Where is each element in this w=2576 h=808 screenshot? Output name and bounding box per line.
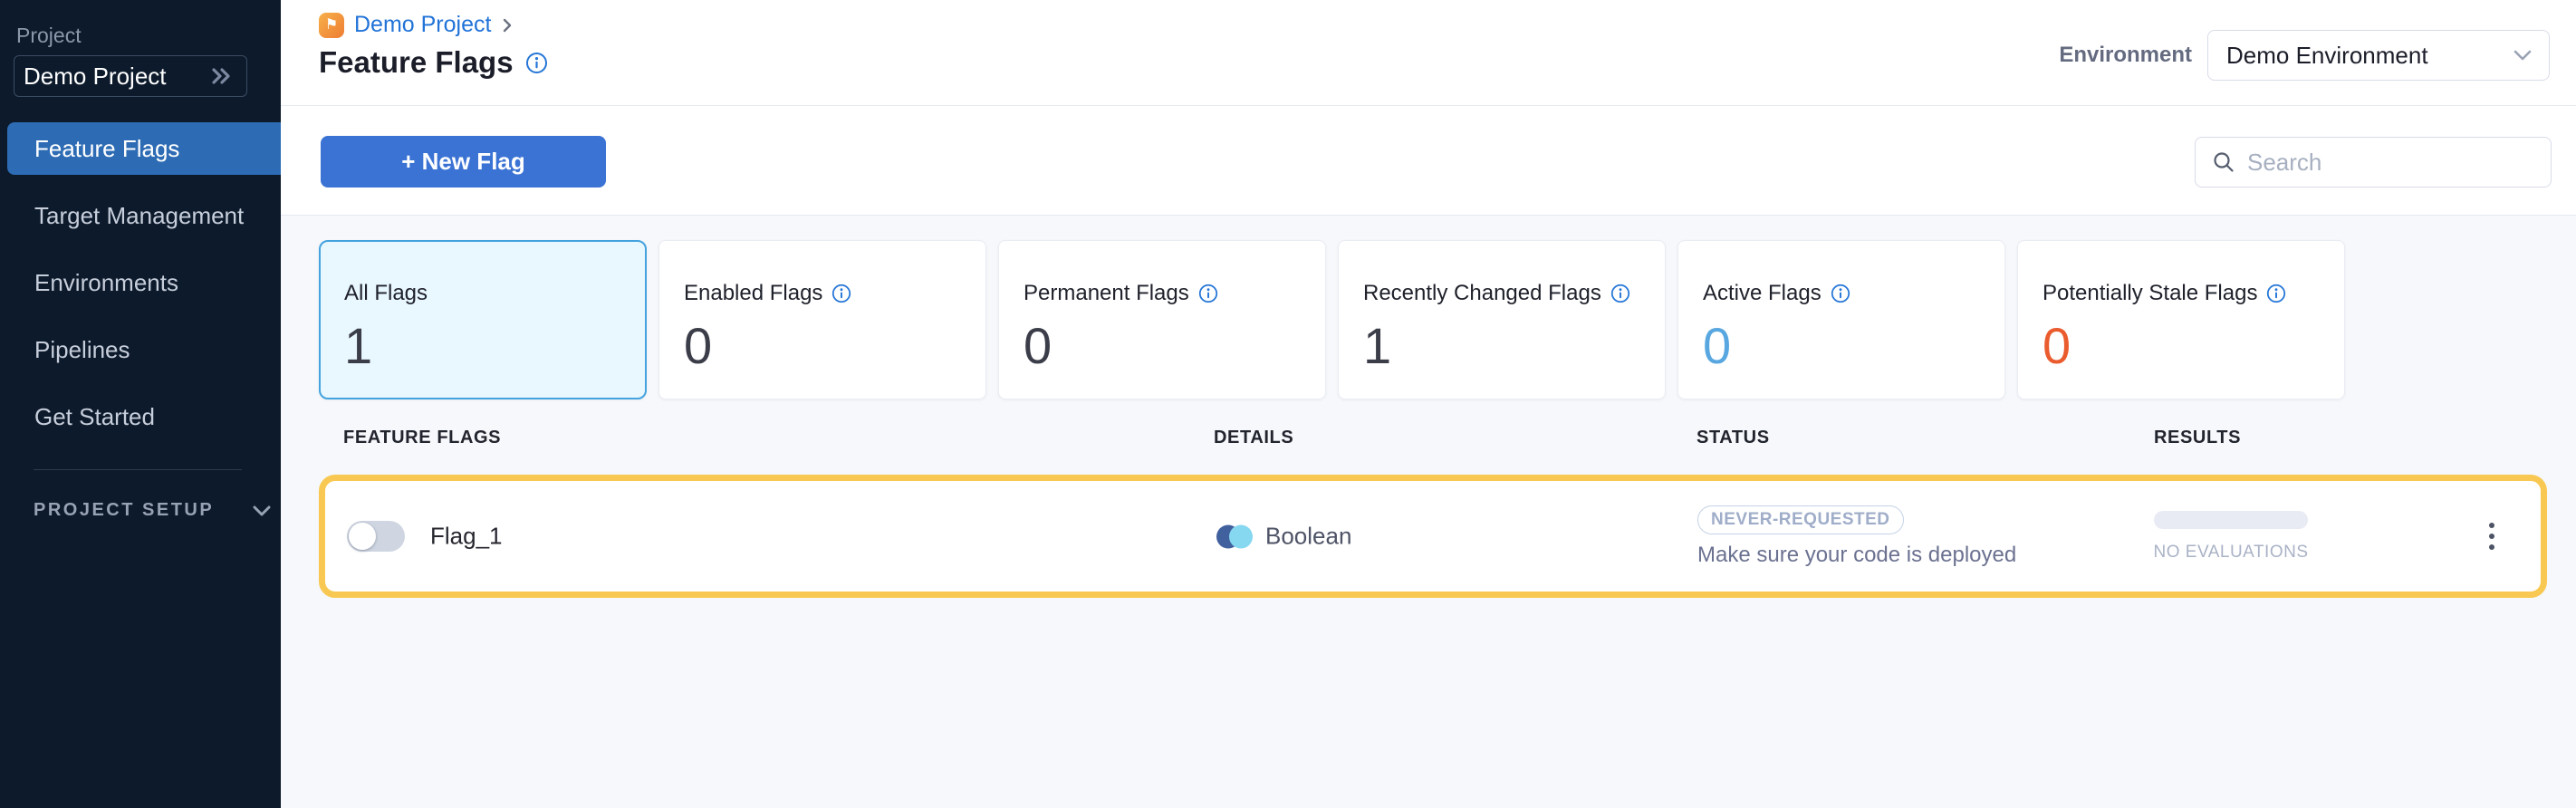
project-setup-label: PROJECT SETUP — [34, 500, 214, 521]
column-header-feature-flags: FEATURE FLAGS — [343, 428, 501, 448]
results-text: NO EVALUATIONS — [2154, 543, 2309, 563]
card-label: Recently Changed Flags — [1363, 281, 1601, 306]
info-icon[interactable] — [1610, 284, 1630, 303]
card-label: Enabled Flags — [684, 281, 822, 306]
card-value: 0 — [1703, 316, 2004, 375]
chevron-down-icon — [252, 505, 272, 517]
info-icon[interactable] — [2266, 284, 2286, 303]
card-value: 0 — [2043, 316, 2344, 375]
flag-status-cell: NEVER-REQUESTED Make sure your code is d… — [1697, 481, 2016, 592]
sidebar-divider — [34, 469, 242, 470]
project-selector[interactable]: Demo Project — [14, 55, 247, 97]
chevron-down-icon — [2513, 49, 2533, 62]
project-label: Project — [16, 24, 82, 48]
sidebar-item-get-started[interactable]: Get Started — [0, 390, 281, 443]
boolean-type-icon — [1216, 524, 1253, 548]
environment-select-value: Demo Environment — [2226, 42, 2513, 70]
card-potentially-stale-flags[interactable]: Potentially Stale Flags 0 — [2017, 240, 2345, 399]
breadcrumb-project-link[interactable]: Demo Project — [354, 12, 491, 38]
environment-label: Environment — [2059, 43, 2192, 68]
page-title: Feature Flags — [319, 45, 514, 80]
sidebar-item-pipelines[interactable]: Pipelines — [0, 323, 281, 376]
sidebar-project-setup[interactable]: PROJECT SETUP — [34, 500, 272, 521]
row-options-menu-icon[interactable] — [2479, 511, 2504, 562]
content-area: All Flags 1 Enabled Flags 0 Permanent F — [281, 216, 2576, 808]
page-header: ⚑ Demo Project Feature Flags Environment… — [281, 0, 2576, 106]
flag-toggle-off[interactable] — [347, 521, 405, 552]
main-area: ⚑ Demo Project Feature Flags Environment… — [281, 0, 2576, 808]
card-permanent-flags[interactable]: Permanent Flags 0 — [998, 240, 1326, 399]
card-all-flags[interactable]: All Flags 1 — [319, 240, 647, 399]
info-icon[interactable] — [831, 284, 851, 303]
flag-results-cell: NO EVALUATIONS — [2154, 481, 2308, 592]
card-label: Permanent Flags — [1024, 281, 1189, 306]
card-label: All Flags — [344, 281, 428, 306]
info-icon[interactable] — [1831, 284, 1850, 303]
info-icon[interactable] — [1198, 284, 1218, 303]
card-value: 0 — [1024, 316, 1325, 375]
info-icon[interactable] — [525, 52, 548, 74]
new-flag-button[interactable]: + New Flag — [321, 136, 606, 188]
sidebar-nav: Feature Flags Target Management Environm… — [0, 122, 281, 457]
sidebar-item-environments[interactable]: Environments — [0, 256, 281, 309]
card-value: 1 — [1363, 316, 1665, 375]
sidebar: Project Demo Project Feature Flags Targe… — [0, 0, 281, 808]
sidebar-item-target-management[interactable]: Target Management — [0, 189, 281, 242]
card-label: Active Flags — [1703, 281, 1821, 306]
status-badge: NEVER-REQUESTED — [1697, 505, 1904, 534]
toolbar: + New Flag — [281, 106, 2576, 216]
search-input[interactable] — [2247, 149, 2519, 177]
card-active-flags[interactable]: Active Flags 0 — [1677, 240, 2005, 399]
feature-flags-module-icon: ⚑ — [319, 13, 344, 38]
flag-name: Flag_1 — [430, 523, 503, 551]
search-icon — [2212, 150, 2235, 174]
column-header-status: STATUS — [1697, 428, 1770, 448]
search-box[interactable] — [2195, 137, 2552, 188]
card-enabled-flags[interactable]: Enabled Flags 0 — [658, 240, 986, 399]
card-value: 1 — [344, 316, 645, 375]
toggle-knob — [349, 523, 376, 550]
project-selector-value: Demo Project — [24, 63, 210, 91]
column-header-details: DETAILS — [1214, 428, 1293, 448]
card-recently-changed-flags[interactable]: Recently Changed Flags 1 — [1338, 240, 1666, 399]
status-text: Make sure your code is deployed — [1697, 543, 2016, 568]
chevron-right-icon — [501, 16, 514, 34]
double-chevron-right-icon — [210, 66, 234, 86]
card-value: 0 — [684, 316, 985, 375]
environment-select[interactable]: Demo Environment — [2207, 30, 2550, 81]
stat-cards: All Flags 1 Enabled Flags 0 Permanent F — [319, 240, 2345, 399]
card-label: Potentially Stale Flags — [2043, 281, 2257, 306]
flag-details-cell: Boolean — [1216, 523, 1351, 551]
sidebar-item-feature-flags[interactable]: Feature Flags — [7, 122, 281, 175]
flag-type: Boolean — [1265, 523, 1351, 551]
table-row-flag-1[interactable]: Flag_1 Boolean NEVER-REQUESTED Make sure… — [319, 475, 2547, 598]
column-header-results: RESULTS — [2154, 428, 2241, 448]
breadcrumb: ⚑ Demo Project — [319, 12, 514, 38]
evaluations-bar-placeholder — [2154, 511, 2308, 529]
